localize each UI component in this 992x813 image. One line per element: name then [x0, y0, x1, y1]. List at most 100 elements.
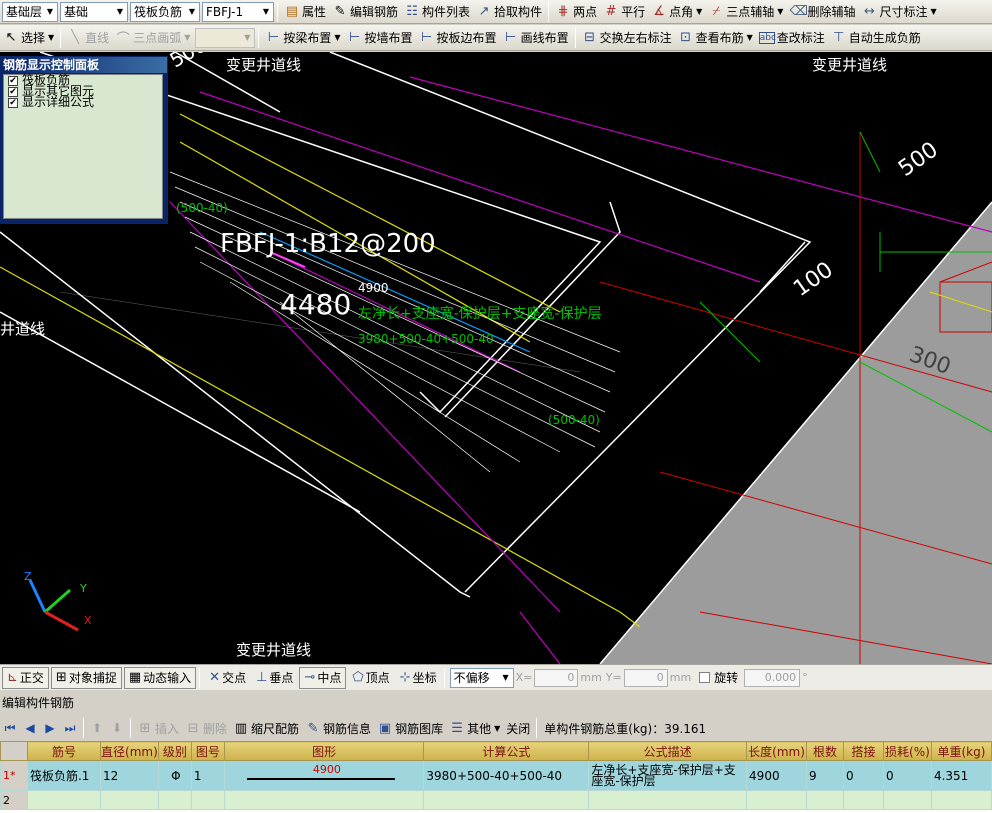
perpendicular-button[interactable]: ⊥ 垂点 — [252, 667, 297, 689]
ortho-icon: ⊾ — [7, 670, 18, 685]
cell-formula[interactable]: 3980+500-40+500-40 — [423, 760, 590, 791]
cell-lap[interactable] — [843, 790, 884, 810]
insert-button[interactable]: ⊞ 插入 — [134, 717, 182, 739]
properties-button[interactable]: ▤ 属性 — [281, 1, 329, 23]
rebar-info-button[interactable]: ✎ 钢筋信息 — [302, 717, 374, 739]
cell-shape[interactable]: 4900 — [223, 760, 425, 791]
swap-annotation-button[interactable]: ⊟ 交换左右标注 — [579, 27, 675, 49]
abc-icon: abc — [758, 31, 776, 44]
col-bar-number[interactable]: 筋号 — [26, 741, 101, 761]
option-show-detailed-formula[interactable]: ✔ 显示详细公式 — [4, 96, 162, 108]
table-row[interactable]: 1* 筏板负筋.1 12 Φ 1 4900 3980+500-40+500-40… — [0, 760, 992, 791]
vertex-button[interactable]: ⬠ 顶点 — [348, 667, 393, 689]
other-button[interactable]: ☰ 其他 ▼ — [446, 717, 503, 739]
cell-length[interactable] — [746, 790, 808, 810]
cell-loss[interactable]: 0 — [882, 760, 932, 791]
by-wall-button[interactable]: ⊢ 按墙布置 — [344, 27, 416, 49]
dim-100: 100 — [789, 257, 838, 302]
main-toolbar: 基础层 ▼ 基础 ▼ 筏板负筋 ▼ FBFJ-1 ▼ ▤ 属性 ✎ 编辑钢筋 ☷ 构件列表 ↗… — [0, 0, 992, 24]
col-grade[interactable]: 级别 — [157, 741, 192, 761]
checkbox-icon[interactable]: ✔ — [8, 75, 18, 86]
col-lap[interactable]: 搭接 — [843, 741, 884, 761]
three-point-axis-button[interactable]: ⌿ 三点辅轴 ▼ — [705, 1, 786, 23]
cell-count[interactable]: 9 — [806, 760, 844, 791]
col-diameter[interactable]: 直径(mm) — [99, 741, 159, 761]
cell-grade[interactable] — [157, 790, 192, 810]
category-select[interactable]: 基础 ▼ — [60, 1, 128, 22]
component-list-button[interactable]: ☷ 构件列表 — [401, 1, 473, 23]
cell-unit-weight[interactable]: 4.351 — [930, 760, 992, 791]
view-icon: ⊡ — [680, 30, 692, 45]
cell-diameter[interactable] — [99, 790, 159, 810]
col-figure-no[interactable]: 图号 — [190, 741, 225, 761]
checkbox-icon[interactable]: ✔ — [8, 86, 18, 97]
col-formula[interactable]: 计算公式 — [423, 741, 590, 761]
midpoint-button[interactable]: ⊸ 中点 — [299, 666, 347, 689]
cell-figure-no[interactable] — [190, 790, 225, 810]
point-angle-button[interactable]: ∡ 点角 ▼ — [648, 1, 705, 23]
cell-loss[interactable] — [882, 790, 932, 810]
edit-rebar-button[interactable]: ✎ 编辑钢筋 — [329, 1, 401, 23]
checkbox-icon[interactable]: ✔ — [8, 97, 18, 108]
cell-diameter[interactable]: 12 — [99, 760, 159, 791]
delete-axis-button[interactable]: ⌫ 删除辅轴 — [786, 1, 858, 23]
last-icon[interactable]: ⏭ — [60, 721, 80, 736]
y-input[interactable]: 0 — [623, 668, 668, 687]
rotate-input[interactable]: 0.000 — [744, 668, 801, 687]
col-loss[interactable]: 损耗(%) — [882, 741, 932, 761]
cell-unit-weight[interactable] — [930, 790, 992, 810]
delete-button[interactable]: ⊟ 删除 — [182, 717, 230, 739]
offset-select[interactable]: 不偏移 ▼ — [449, 667, 514, 688]
floor-select[interactable]: 基础层 ▼ — [2, 1, 58, 22]
col-shape[interactable]: 图形 — [223, 741, 425, 761]
intersection-button[interactable]: ✕ 交点 — [205, 667, 250, 689]
move-down-icon[interactable]: ⬇ — [107, 721, 127, 735]
two-point-button[interactable]: ⋕ 两点 — [552, 1, 600, 23]
object-snap-button[interactable]: ⊞ 对象捕捉 — [50, 666, 122, 689]
cell-count[interactable] — [806, 790, 844, 810]
rotate-checkbox[interactable] — [699, 672, 711, 683]
arc-mode-select[interactable]: ▼ — [195, 27, 256, 48]
ortho-button[interactable]: ⊾ 正交 — [2, 666, 49, 689]
next-icon[interactable]: ▶ — [40, 721, 60, 735]
by-line-button[interactable]: ⊢ 画线布置 — [500, 27, 572, 49]
close-button[interactable]: 关闭 — [503, 717, 533, 739]
col-count[interactable]: 根数 — [806, 741, 844, 761]
cell-lap[interactable]: 0 — [843, 760, 884, 791]
annotation-2: (500-40) — [548, 413, 600, 427]
line-button[interactable]: ╲ 直线 — [64, 27, 112, 49]
select-button[interactable]: ↖ 选择 ▼ — [0, 27, 57, 49]
first-icon[interactable]: ⏮ — [0, 721, 20, 736]
pick-component-button[interactable]: ↗ 拾取构件 — [473, 1, 545, 23]
dynamic-input-button[interactable]: ▦ 动态输入 — [123, 666, 197, 689]
prev-icon[interactable]: ◀ — [20, 721, 40, 735]
rebar-library-button[interactable]: ▣ 钢筋图库 — [374, 717, 446, 739]
arc-button[interactable]: ⌒ 三点画弧 ▼ — [112, 27, 193, 49]
auto-generate-button[interactable]: ⊤ 自动生成负筋 — [828, 27, 924, 49]
cell-bar-number[interactable] — [26, 790, 101, 810]
col-unit-weight[interactable]: 单重(kg) — [930, 741, 992, 761]
coordinate-button[interactable]: ⊹ 坐标 — [396, 667, 441, 689]
cell-figure-no[interactable]: 1 — [190, 760, 225, 791]
by-slab-edge-button[interactable]: ⊢ 按板边布置 — [416, 27, 500, 49]
dimension-button[interactable]: ↔ 尺寸标注 ▼ — [858, 1, 939, 23]
cell-length[interactable]: 4900 — [746, 760, 808, 791]
by-beam-button[interactable]: ⊢ 按梁布置 ▼ — [262, 27, 343, 49]
col-formula-desc[interactable]: 公式描述 — [588, 741, 748, 761]
table-row[interactable]: 2 — [0, 790, 992, 810]
type-select[interactable]: 筏板负筋 ▼ — [130, 1, 200, 22]
move-up-icon[interactable]: ⬆ — [87, 721, 107, 735]
cell-formula-desc[interactable]: 左净长+支座宽-保护层+支座宽-保护层 — [588, 760, 748, 791]
cell-bar-number[interactable]: 筏板负筋.1 — [26, 760, 101, 791]
view-rebar-button[interactable]: ⊡ 查看布筋 ▼ — [675, 27, 756, 49]
cell-shape[interactable] — [223, 790, 425, 810]
cell-formula-desc[interactable] — [588, 790, 748, 810]
x-input[interactable]: 0 — [534, 668, 579, 687]
cell-formula[interactable] — [423, 790, 590, 810]
element-select[interactable]: FBFJ-1 ▼ — [202, 1, 274, 22]
edit-annotation-button[interactable]: abc 查改标注 — [756, 27, 828, 49]
cell-grade[interactable]: Φ — [157, 760, 192, 791]
col-length[interactable]: 长度(mm) — [746, 741, 808, 761]
scale-rebar-button[interactable]: ▥ 缩尺配筋 — [230, 717, 302, 739]
parallel-button[interactable]: # 平行 — [600, 1, 648, 23]
